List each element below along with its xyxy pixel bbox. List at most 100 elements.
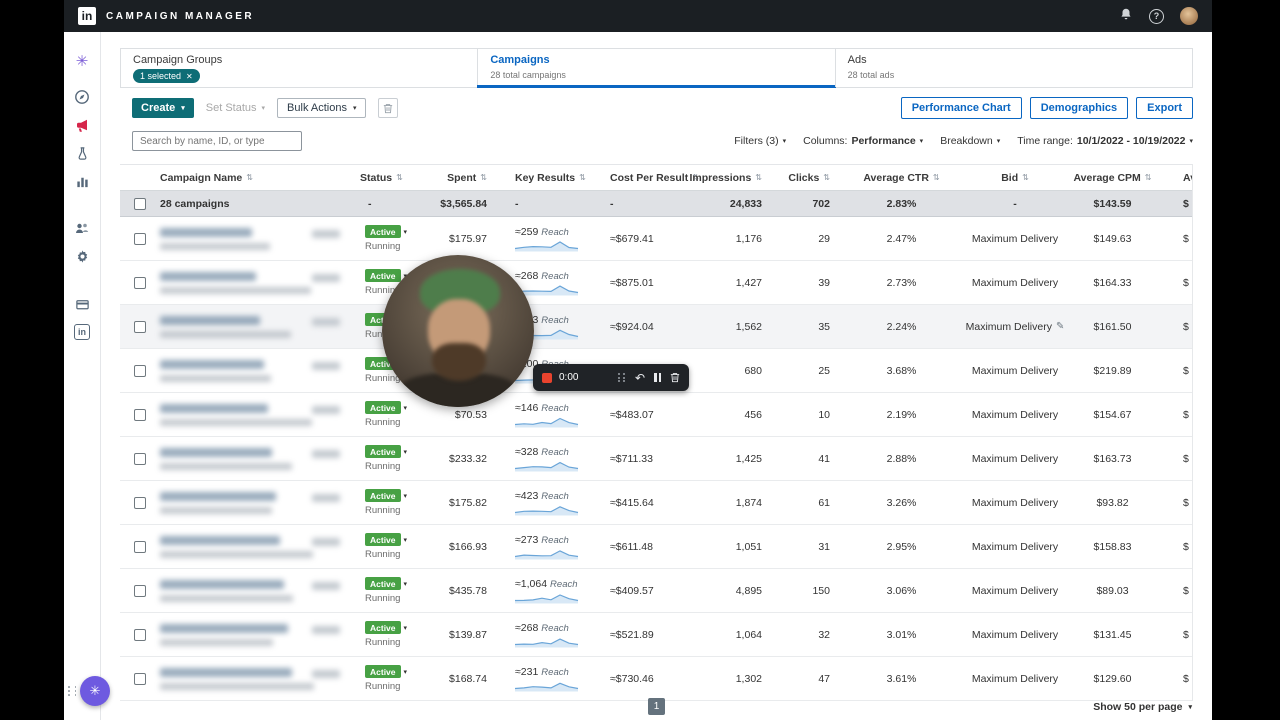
row-checkbox[interactable] [134,364,146,377]
column-header-bid[interactable]: Bid ⇅ [965,165,1065,190]
set-status-dropdown[interactable]: Set Status ▾ [206,102,265,114]
campaign-name-cell[interactable] [152,305,360,348]
row-checkbox[interactable] [134,276,146,289]
table-row[interactable]: Active ▾ Running $70.53 ≈146 Reach ≈$483.… [120,393,1192,437]
drag-handle-icon[interactable] [618,373,626,382]
sort-icon[interactable]: ⇅ [396,173,403,182]
tab-campaign-groups[interactable]: Campaign Groups 1 selected ✕ [121,49,477,87]
table-row[interactable]: Active ▾ Running $175.82 ≈423 Reach ≈$415… [120,481,1192,525]
sidebar-item-billing[interactable] [64,290,101,318]
campaign-name-cell[interactable] [152,349,360,392]
widget-drag-handle[interactable] [68,686,79,696]
campaign-name-cell[interactable] [152,613,360,656]
filters-dropdown[interactable]: Filters (3) ▾ [734,135,786,147]
campaign-name-cell[interactable] [152,481,360,524]
campaign-name-cell[interactable] [152,261,360,304]
edit-bid-icon[interactable]: ✎ [1056,321,1064,332]
row-checkbox[interactable] [134,408,146,421]
columns-dropdown[interactable]: Columns: Performance ▾ [803,135,923,147]
avatar[interactable] [1180,7,1198,25]
time-range-dropdown[interactable]: Time range: 10/1/2022 - 10/19/2022 ▾ [1017,135,1193,147]
row-checkbox[interactable] [134,496,146,509]
delete-button[interactable] [378,98,399,118]
sidebar-item-analyze[interactable] [64,167,101,195]
table-row[interactable]: Active ▾ Running ≈268Reach ≈$875.01 1,42… [120,261,1192,305]
sort-icon[interactable]: ⇅ [755,173,762,182]
sidebar-item-discover[interactable] [64,83,101,111]
tab-campaigns[interactable]: Campaigns 28 total campaigns [477,49,836,88]
help-icon[interactable]: ? [1149,8,1164,24]
column-header-status[interactable]: Status ⇅ [360,165,417,190]
search-input[interactable] [132,131,302,151]
campaign-name-cell[interactable] [152,393,360,436]
column-header-spent[interactable]: Spent ⇅ [417,165,497,190]
webcam-bubble[interactable] [382,255,534,407]
row-checkbox[interactable] [134,232,146,245]
column-header-key-results[interactable]: Key Results ⇅ [497,165,605,190]
campaign-name-cell[interactable] [152,217,360,260]
table-row[interactable]: Active ▾ Running $139.87 ≈268 Reach ≈$521… [120,613,1192,657]
row-checkbox[interactable] [134,584,146,597]
sidebar-item-settings[interactable] [64,242,101,270]
column-header-clicks[interactable]: Clicks ⇅ [775,165,838,190]
chevron-down-icon[interactable]: ▾ [404,228,408,236]
column-header-average[interactable]: Average⇅ [1160,165,1192,190]
trash-icon[interactable] [670,372,680,383]
table-row[interactable]: Active ▾ Running ≈273Reach ≈$924.04 1,56… [120,305,1192,349]
performance-chart-button[interactable]: Performance Chart [900,97,1022,119]
sort-icon[interactable]: ⇅ [823,173,830,182]
demographics-button[interactable]: Demographics [1029,97,1129,119]
chevron-down-icon[interactable]: ▾ [404,668,408,676]
sidebar-item-test[interactable] [64,139,101,167]
column-header-average-cpm[interactable]: Average CPM ⇅ [1065,165,1160,190]
bulk-actions-dropdown[interactable]: Bulk Actions ▾ [277,98,367,118]
close-icon[interactable]: ✕ [186,72,193,81]
sidebar-item-audiences[interactable] [64,214,101,242]
bell-icon[interactable] [1119,7,1133,26]
campaign-name-cell[interactable] [152,569,360,612]
row-checkbox[interactable] [134,320,146,333]
select-all-checkbox[interactable] [134,197,146,210]
table-row[interactable]: Active ▾ Running $435.78 ≈1,064 Reach ≈$4… [120,569,1192,613]
table-row[interactable]: Active ▾ Running $168.74 ≈231 Reach ≈$730… [120,657,1192,701]
chevron-down-icon[interactable]: ▾ [404,580,408,588]
workspace-logo-icon[interactable]: ✳ [64,47,101,75]
row-checkbox[interactable] [134,452,146,465]
chevron-down-icon[interactable]: ▾ [404,492,408,500]
linkedin-logo-icon[interactable]: in [78,7,96,25]
table-row[interactable]: Active ▾ Running $166.93 ≈273 Reach ≈$611… [120,525,1192,569]
sort-icon[interactable]: ⇅ [1145,173,1152,182]
sidebar-item-advertise[interactable] [64,111,101,139]
export-button[interactable]: Export [1136,97,1193,119]
column-header-average-ctr[interactable]: Average CTR ⇅ [838,165,965,190]
table-row[interactable]: Active ▾ Running $175.97 ≈259 Reach ≈$679… [120,217,1192,261]
campaign-name-cell[interactable] [152,437,360,480]
sort-icon[interactable]: ⇅ [246,173,253,182]
sort-icon[interactable]: ⇅ [1022,173,1029,182]
row-checkbox[interactable] [134,540,146,553]
table-row[interactable]: Active ▾ Running $233.32 ≈328 Reach ≈$711… [120,437,1192,481]
breakdown-dropdown[interactable]: Breakdown ▾ [940,135,1000,147]
page-1-button[interactable]: 1 [648,698,665,715]
recording-toolbar[interactable]: 0:00 ↶ [533,364,689,391]
stop-recording-button[interactable] [542,372,552,383]
pause-icon[interactable] [654,373,661,382]
sort-icon[interactable]: ⇅ [480,173,487,182]
row-checkbox[interactable] [134,672,146,685]
chevron-down-icon[interactable]: ▾ [404,448,408,456]
campaign-name-cell[interactable] [152,525,360,568]
restart-recording-icon[interactable]: ↶ [635,372,645,384]
page-size-dropdown[interactable]: Show 50 per page ▾ [1093,701,1192,713]
selected-filter-chip[interactable]: 1 selected ✕ [133,69,200,83]
column-header-impressions[interactable]: Impressions ⇅ [689,165,775,190]
sort-icon[interactable]: ⇅ [933,173,940,182]
recorder-widget-button[interactable]: ✳ [80,676,110,706]
chevron-down-icon[interactable]: ▾ [404,624,408,632]
column-header-campaign-name[interactable]: Campaign Name ⇅ [152,165,360,190]
sidebar-item-linkedin[interactable]: in [64,318,101,346]
campaign-name-cell[interactable] [152,657,360,700]
chevron-down-icon[interactable]: ▾ [404,536,408,544]
tab-ads[interactable]: Ads 28 total ads [834,49,1192,87]
row-checkbox[interactable] [134,628,146,641]
create-button[interactable]: Create ▾ [132,98,194,118]
